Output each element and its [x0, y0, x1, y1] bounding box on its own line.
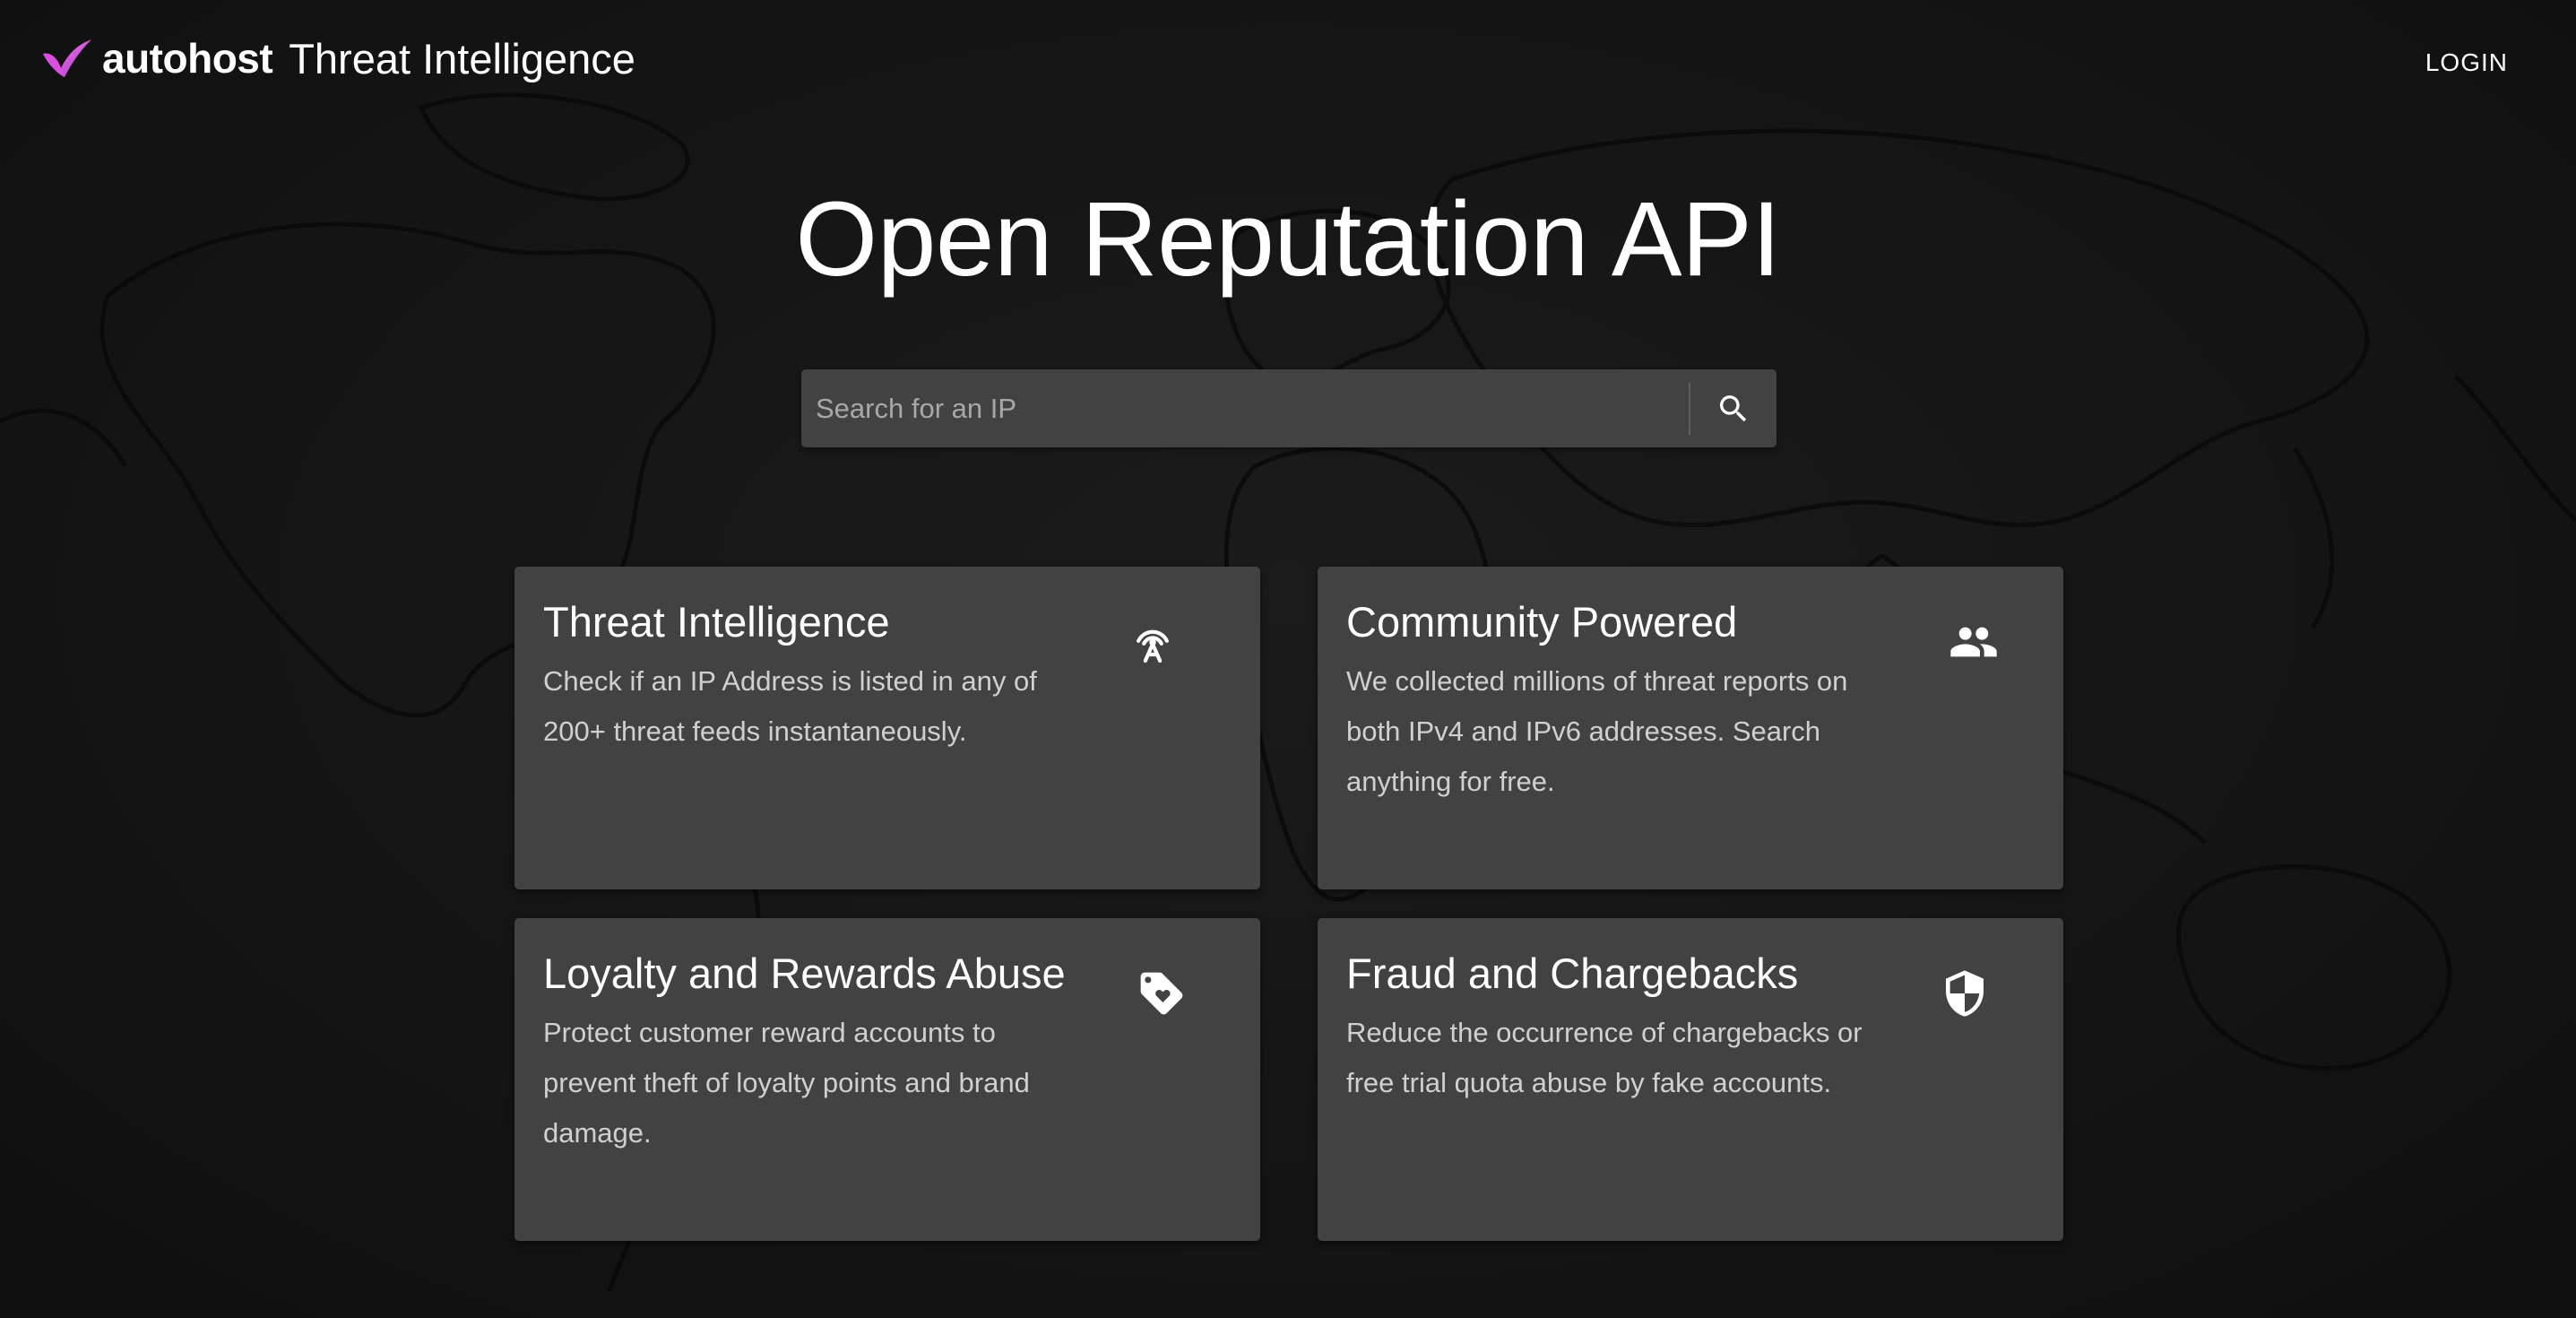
antenna-icon — [1137, 629, 1169, 663]
page: autohost Threat Intelligence LOGIN Open … — [0, 0, 2576, 1318]
card-description: We collected millions of threat reports … — [1346, 665, 1848, 798]
feature-card-fraud-chargebacks: Fraud and Chargebacks Reduce the occurre… — [1318, 918, 2063, 1241]
feature-card-loyalty-rewards-abuse: Loyalty and Rewards Abuse Protect custom… — [514, 918, 1260, 1241]
page-title: Open Reputation API — [795, 180, 1781, 299]
card-description: Reduce the occurrence of chargebacks or … — [1346, 1017, 1863, 1099]
shield-icon — [1946, 970, 1984, 1017]
search-button[interactable] — [1690, 369, 1776, 447]
card-description: Check if an IP Address is listed in any … — [543, 665, 1037, 748]
card-title: Community Powered — [1346, 598, 1738, 646]
product-name: Threat Intelligence — [289, 34, 635, 82]
card-title: Fraud and Chargebacks — [1346, 949, 1799, 997]
top-app-bar: autohost Threat Intelligence LOGIN — [0, 0, 2576, 117]
brand-name: autohost — [102, 35, 273, 82]
feature-card-threat-intelligence: Threat Intelligence Check if an IP Addre… — [514, 567, 1260, 889]
search-bar — [801, 369, 1776, 447]
people-icon — [1950, 627, 1997, 657]
heart-tag-icon — [1140, 972, 1183, 1015]
login-button[interactable]: LOGIN — [2416, 41, 2517, 84]
card-title: Loyalty and Rewards Abuse — [543, 949, 1066, 997]
brand[interactable]: autohost Threat Intelligence — [41, 27, 635, 90]
card-description: Protect customer reward accounts to prev… — [543, 1017, 1030, 1149]
search-icon — [1720, 395, 1747, 421]
search-input[interactable] — [801, 369, 1689, 447]
feature-card-community-powered: Community Powered We collected millions … — [1318, 567, 2063, 889]
autohost-check-logo-icon — [43, 39, 91, 77]
